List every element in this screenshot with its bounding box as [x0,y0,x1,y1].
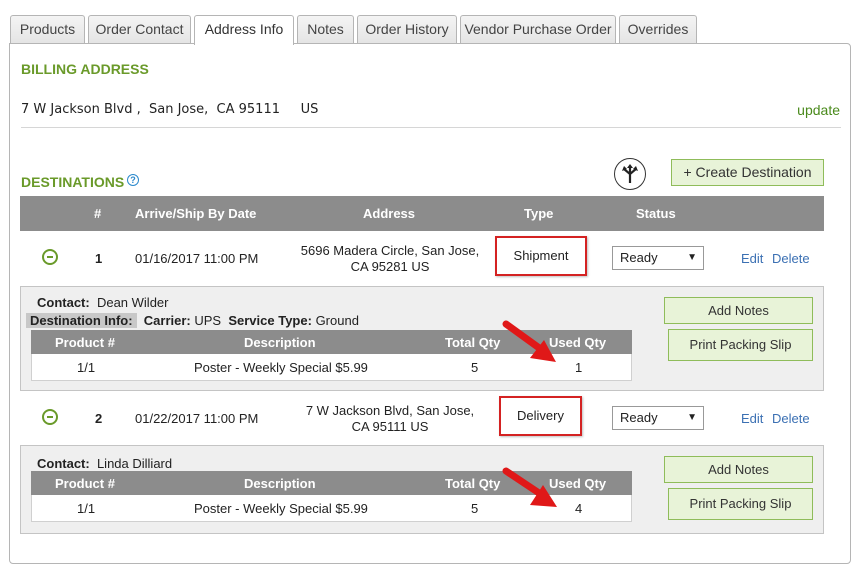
header-address: Address [363,206,416,221]
destination-row: 1 01/16/2017 11:00 PM 5696 Madera Circle… [20,231,824,287]
destination-detail: Contact: Dean Wilder Destination Info: C… [20,286,824,391]
items-header-product: Product # [55,476,115,491]
destination-date: 01/16/2017 11:00 PM [135,251,259,266]
items-header-product: Product # [55,335,115,350]
contact-line: Contact: Linda Dilliard [37,456,172,471]
tab-products[interactable]: Products [10,15,85,44]
caret-down-icon: ▼ [687,412,697,423]
route-split-icon[interactable] [614,158,646,190]
destination-type-highlight: Shipment [495,236,587,276]
destination-date: 01/22/2017 11:00 PM [135,411,259,426]
destination-address: 7 W Jackson Blvd, San Jose, CA 95111 US [290,403,490,435]
delete-link[interactable]: Delete [772,251,810,266]
tab-overrides[interactable]: Overrides [619,15,697,44]
billing-street: 7 W Jackson Blvd , [21,102,141,117]
address-line-1: 5696 Madera Circle, San Jose, [300,243,480,258]
contact-line: Contact: Dean Wilder [37,295,168,310]
destinations-title: DESTINATIONS [21,174,125,190]
header-status: Status [636,206,676,221]
destination-info-label: Destination Info: [26,313,137,328]
destination-num: 1 [95,251,103,266]
billing-city: San Jose, [148,102,209,117]
tab-notes[interactable]: Notes [297,15,354,44]
tab-address-info[interactable]: Address Info [194,15,294,45]
status-value: Ready [620,250,658,265]
items-header-description: Description [244,335,316,350]
address-line-2: CA 95281 US [350,259,430,274]
print-packing-slip-button[interactable]: Print Packing Slip [668,329,813,361]
header-type: Type [524,206,554,221]
red-arrow-icon [502,467,557,507]
item-product: 1/1 [77,360,96,375]
create-destination-button[interactable]: + Create Destination [671,159,824,186]
delete-link[interactable]: Delete [772,411,810,426]
destination-detail: Contact: Linda Dilliard Product # Descri… [20,445,824,534]
destination-address: 5696 Madera Circle, San Jose, CA 95281 U… [290,243,490,275]
collapse-icon[interactable] [42,409,58,425]
divider [21,127,841,128]
add-notes-button[interactable]: Add Notes [664,297,813,324]
item-description: Poster - Weekly Special $5.99 [194,360,368,375]
contact-label: Contact: [37,295,90,310]
status-value: Ready [620,410,658,425]
carrier-label: Carrier: [143,313,191,328]
status-select[interactable]: Ready ▼ [612,246,704,270]
edit-link[interactable]: Edit [741,411,763,426]
contact-name: Linda Dilliard [96,456,173,471]
billing-address-title: BILLING ADDRESS [21,61,149,77]
destination-row: 2 01/22/2017 11:00 PM 7 W Jackson Blvd, … [20,391,824,447]
carrier-value: UPS [194,313,222,328]
update-billing-link[interactable]: update [797,102,840,118]
service-type-label: Service Type: [228,313,312,328]
header-date: Arrive/Ship By Date [135,206,257,221]
tab-order-history[interactable]: Order History [357,15,457,44]
address-line-1: 7 W Jackson Blvd, San Jose, [305,403,475,418]
status-select[interactable]: Ready ▼ [612,406,704,430]
destination-info-line: Destination Info: Carrier: UPS Service T… [26,313,359,328]
tab-order-contact[interactable]: Order Contact [88,15,191,44]
billing-country: US [300,102,319,117]
billing-address-line: 7 W Jackson Blvd , San Jose, CA 95111 US [21,102,318,117]
item-used-qty: 4 [575,501,583,516]
help-icon[interactable]: ? [127,174,139,186]
contact-label: Contact: [37,456,90,471]
item-total-qty: 5 [471,501,479,516]
collapse-icon[interactable] [42,249,58,265]
edit-link[interactable]: Edit [741,251,763,266]
billing-state-zip: CA 95111 [216,102,280,117]
item-total-qty: 5 [471,360,479,375]
red-arrow-icon [502,320,556,362]
item-used-qty: 1 [575,360,583,375]
add-notes-button[interactable]: Add Notes [664,456,813,483]
tab-vendor-purchase-order[interactable]: Vendor Purchase Order [460,15,616,44]
caret-down-icon: ▼ [687,252,697,263]
address-info-panel: BILLING ADDRESS 7 W Jackson Blvd , San J… [9,43,851,564]
destination-num: 2 [95,411,103,426]
service-type-value: Ground [315,313,359,328]
address-line-2: CA 95111 US [351,419,429,434]
item-description: Poster - Weekly Special $5.99 [194,501,368,516]
items-header-total-qty: Total Qty [445,335,501,350]
items-header-description: Description [244,476,316,491]
destinations-table-header: # Arrive/Ship By Date Address Type Statu… [20,196,824,231]
item-product: 1/1 [77,501,96,516]
header-num: # [94,206,102,221]
print-packing-slip-button[interactable]: Print Packing Slip [668,488,813,520]
contact-name: Dean Wilder [96,295,169,310]
items-header-total-qty: Total Qty [445,476,501,491]
destination-type-highlight: Delivery [499,396,582,436]
route-split-glyph [622,164,638,183]
